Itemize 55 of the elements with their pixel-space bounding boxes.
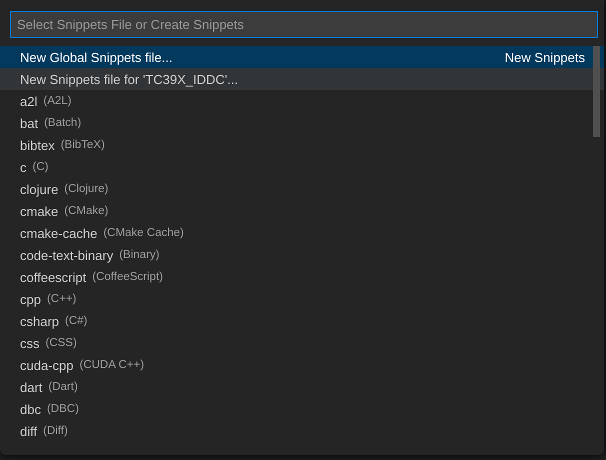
item-description: (Clojure)	[64, 183, 108, 195]
item-description: (BibTeX)	[60, 139, 105, 151]
item-label: clojure	[20, 182, 58, 196]
list-item[interactable]: dart (Dart)	[0, 376, 604, 398]
item-label: bat	[20, 116, 38, 130]
item-label: cmake	[20, 204, 58, 218]
item-label: New Global Snippets file...	[20, 50, 172, 64]
item-label: New Snippets file for 'TC39X_IDDC'...	[20, 72, 238, 86]
item-label: a2l	[20, 94, 38, 108]
item-description: (CMake Cache)	[103, 227, 184, 239]
item-label: c	[20, 160, 26, 174]
item-label: cuda-cpp	[20, 358, 74, 372]
item-label: cpp	[20, 292, 41, 306]
item-label: coffeescript	[20, 270, 86, 284]
list-item[interactable]: c (C)	[0, 156, 604, 178]
list-item[interactable]: clojure (Clojure)	[0, 178, 604, 200]
item-description: (CUDA C++)	[79, 359, 144, 371]
item-description: (C)	[32, 161, 48, 173]
item-label: css	[20, 336, 40, 350]
item-label: dart	[20, 380, 42, 394]
scrollbar-thumb[interactable]	[593, 46, 600, 137]
item-description: (C++)	[46, 293, 76, 305]
item-description: (Diff)	[43, 425, 68, 437]
item-description: (CMake)	[64, 205, 108, 217]
item-description: (Dart)	[48, 381, 78, 393]
list-item[interactable]: coffeescript (CoffeeScript)	[0, 266, 604, 288]
list-item[interactable]: csharp (C#)	[0, 310, 604, 332]
item-label: csharp	[20, 314, 60, 328]
item-description: (A2L)	[43, 95, 72, 107]
list-item[interactable]: New Snippets file for 'TC39X_IDDC'...	[0, 68, 604, 90]
item-description: (CSS)	[46, 337, 77, 349]
list-item[interactable]: css (CSS)	[0, 332, 604, 354]
list-item[interactable]: cuda-cpp (CUDA C++)	[0, 354, 604, 376]
item-label: dbc	[20, 402, 41, 416]
item-label: cmake-cache	[20, 226, 98, 240]
item-label: code-text-binary	[20, 248, 114, 262]
item-description: (DBC)	[46, 403, 79, 415]
search-field[interactable]: Select Snippets File or Create Snippets	[10, 11, 598, 38]
item-label: diff	[20, 424, 38, 438]
group-label: New Snippets	[504, 50, 585, 64]
list-item[interactable]: bibtex (BibTeX)	[0, 134, 604, 156]
item-description: (CoffeeScript)	[92, 271, 163, 283]
list-item[interactable]: cmake (CMake)	[0, 200, 604, 222]
list-item[interactable]: a2l (A2L)	[0, 90, 604, 112]
list-item[interactable]: dbc (DBC)	[0, 398, 604, 420]
item-description: (Batch)	[44, 117, 82, 129]
list-item[interactable]: cmake-cache (CMake Cache)	[0, 222, 604, 244]
list-item[interactable]: bat (Batch)	[0, 112, 604, 134]
item-description: (Binary)	[119, 249, 160, 261]
item-description: (C#)	[65, 315, 88, 327]
list-item[interactable]: diff (Diff)	[0, 420, 604, 442]
item-label: bibtex	[20, 138, 55, 152]
list-item[interactable]: cpp (C++)	[0, 288, 604, 310]
list-item[interactable]: code-text-binary (Binary)	[0, 244, 604, 266]
list-item[interactable]: New Global Snippets file... New Snippets	[0, 46, 604, 68]
